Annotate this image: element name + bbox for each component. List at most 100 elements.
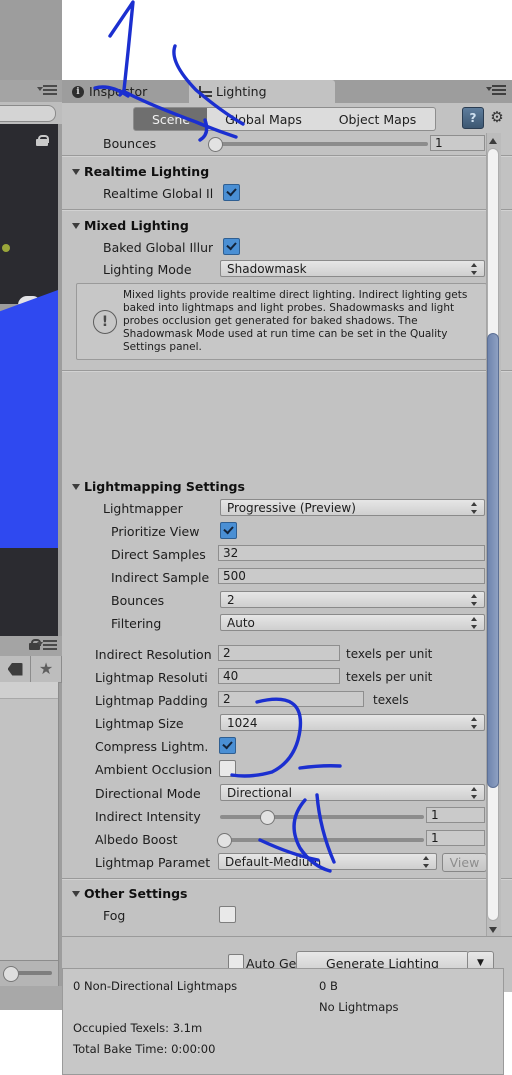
updown-arrows-icon: [471, 263, 478, 275]
directional-mode-dropdown[interactable]: Directional: [220, 784, 485, 801]
directional-mode-value: Directional: [227, 785, 292, 800]
scene-view-viewport[interactable]: rsp: [0, 124, 58, 304]
row-fog: Fog: [62, 905, 512, 926]
row-baked-gi: Baked Global Illur: [62, 237, 512, 258]
window-tab-bar: i Inspector Lighting: [62, 80, 512, 103]
compress-lightmaps-checkbox[interactable]: [219, 737, 236, 754]
indirect-resolution-label: Indirect Resolution: [95, 647, 212, 662]
bounces-top-slider-knob[interactable]: [208, 137, 223, 152]
lighting-mode-label: Lighting Mode: [103, 262, 192, 277]
lightmap-padding-label: Lightmap Padding: [95, 693, 208, 708]
indirect-intensity-slider-track[interactable]: [220, 815, 424, 819]
lightmap-resolution-input[interactable]: 40: [218, 668, 340, 684]
stat-total-bake-time: Total Bake Time: 0:00:00: [73, 1042, 216, 1056]
albedo-boost-slider-knob[interactable]: [217, 833, 232, 848]
row-prioritize-view: Prioritize View: [62, 521, 512, 542]
zoom-slider-knob[interactable]: [3, 966, 19, 982]
lighting-mode-value: Shadowmask: [227, 261, 307, 276]
directional-mode-label: Directional Mode: [95, 786, 201, 801]
tab-global-maps[interactable]: Global Maps: [207, 107, 321, 131]
scrollbar-thumb[interactable]: [487, 333, 499, 788]
unity-editor-screenshot: rsp ★ i Inspector Lighting: [0, 0, 512, 1075]
section-lightmapping-settings-label: Lightmapping Settings: [84, 479, 245, 494]
lightmap-size-dropdown[interactable]: 1024: [220, 714, 485, 731]
section-mixed-lighting[interactable]: Mixed Lighting: [72, 218, 189, 233]
albedo-boost-slider-track[interactable]: [220, 838, 424, 842]
direct-samples-input[interactable]: 32: [218, 545, 485, 561]
row-lightmap-padding: Lightmap Padding 2 texels: [62, 690, 512, 711]
row-directional-mode: Directional Mode Directional: [62, 783, 512, 804]
tab-inspector-label: Inspector: [89, 84, 148, 99]
bounces-top-label: Bounces: [103, 136, 157, 151]
updown-arrows-icon: [471, 787, 478, 799]
lightmap-parameters-value: Default-Medium: [225, 854, 322, 869]
bounces-top-slider-track[interactable]: [210, 142, 428, 146]
tab-favorites[interactable]: ★: [31, 656, 62, 682]
divider-2b: [62, 210, 512, 211]
section-lightmapping-settings[interactable]: Lightmapping Settings: [72, 479, 245, 494]
scene-view-menu-icon[interactable]: [37, 85, 59, 97]
realtime-gi-checkbox[interactable]: [223, 184, 240, 201]
updown-arrows-icon: [471, 617, 478, 629]
prioritize-view-label: Prioritize View: [111, 524, 200, 539]
star-icon: ★: [38, 659, 54, 678]
updown-arrows-icon: [471, 717, 478, 729]
project-panel-menu-icon[interactable]: [37, 640, 59, 652]
bounces-top-value[interactable]: 1: [430, 135, 485, 151]
mode-tab-bar: Scene Global Maps Object Maps ? ⚙: [62, 103, 512, 133]
lightmapper-dropdown[interactable]: Progressive (Preview): [220, 499, 485, 516]
updown-arrows-icon: [471, 594, 478, 606]
baked-gi-checkbox[interactable]: [223, 238, 240, 255]
lightmap-padding-input[interactable]: 2: [218, 691, 364, 707]
lightmap-parameters-label: Lightmap Paramet: [95, 855, 211, 870]
window-menu-icon[interactable]: [485, 85, 507, 97]
indirect-samples-input[interactable]: 500: [218, 568, 485, 584]
lock-icon[interactable]: [36, 135, 49, 146]
section-other-settings[interactable]: Other Settings: [72, 886, 188, 901]
filtering-dropdown[interactable]: Auto: [220, 614, 485, 631]
indirect-intensity-slider-knob[interactable]: [260, 810, 275, 825]
albedo-boost-value[interactable]: 1: [426, 830, 485, 846]
section-realtime-lighting[interactable]: Realtime Lighting: [72, 164, 209, 179]
section-mixed-lighting-label: Mixed Lighting: [84, 218, 189, 233]
lightmap-padding-unit: texels: [373, 693, 409, 707]
ambient-occlusion-checkbox[interactable]: [219, 760, 236, 777]
view-button[interactable]: View: [442, 853, 487, 872]
tab-tags[interactable]: [0, 656, 31, 682]
bounces-dropdown[interactable]: 2: [220, 591, 485, 608]
tab-lighting-label: Lighting: [216, 84, 267, 99]
settings-scroll-content: Bounces 1 Realtime Lighting Realtime Glo…: [62, 133, 512, 936]
scene-search-input[interactable]: [0, 105, 56, 122]
lighting-mode-dropdown[interactable]: Shadowmask: [220, 260, 485, 277]
scroll-down-arrow-icon[interactable]: [487, 923, 499, 936]
lightmapper-label: Lightmapper: [103, 501, 183, 516]
baked-gi-label: Baked Global Illur: [103, 240, 214, 255]
help-icon[interactable]: ?: [462, 107, 484, 129]
tab-scene[interactable]: Scene: [133, 107, 209, 131]
gear-icon[interactable]: ⚙: [488, 108, 506, 126]
tab-lighting[interactable]: Lighting: [189, 80, 335, 103]
fog-label: Fog: [103, 908, 126, 923]
divider-4b: [62, 879, 512, 880]
lightmap-parameters-dropdown[interactable]: Default-Medium: [218, 853, 437, 870]
bounces-label: Bounces: [111, 593, 165, 608]
ambient-occlusion-label: Ambient Occlusion: [95, 762, 213, 777]
indirect-intensity-label: Indirect Intensity: [95, 809, 201, 824]
indirect-resolution-input[interactable]: 2: [218, 645, 340, 661]
warning-icon: !: [93, 310, 117, 334]
scroll-up-arrow-icon[interactable]: [487, 134, 499, 147]
lightmap-size-label: Lightmap Size: [95, 716, 184, 731]
scene-gizmo-axis-y: [2, 244, 10, 252]
row-bounces-top: Bounces 1: [62, 133, 512, 154]
tab-inspector[interactable]: i Inspector: [62, 80, 208, 103]
row-direct-samples: Direct Samples 32: [62, 544, 512, 565]
row-lightmap-size: Lightmap Size 1024: [62, 713, 512, 734]
prioritize-view-checkbox[interactable]: [220, 522, 237, 539]
stat-size: 0 B: [319, 979, 338, 993]
tab-object-maps[interactable]: Object Maps: [320, 107, 436, 131]
editor-bottom-fill: [0, 986, 62, 1010]
lighting-window: i Inspector Lighting Scene Global Maps O…: [62, 80, 512, 992]
updown-arrows-icon: [471, 502, 478, 514]
indirect-intensity-value[interactable]: 1: [426, 807, 485, 823]
fog-checkbox[interactable]: [219, 906, 236, 923]
